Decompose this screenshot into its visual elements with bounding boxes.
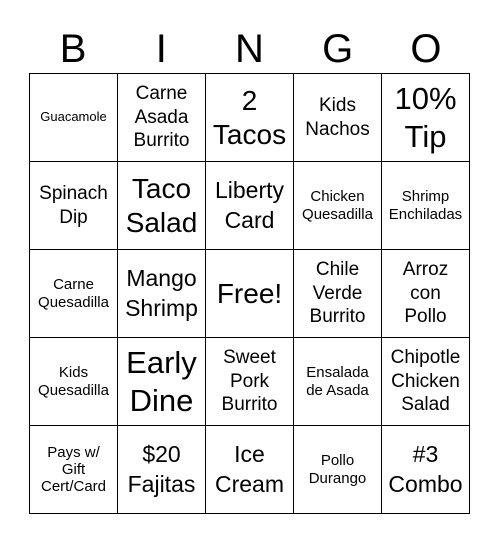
header-letter-b: B [59,27,87,71]
bingo-board: Guacamole Carne Asada Burrito 2 Tacos Ki… [29,73,470,514]
bingo-cell[interactable]: Early Dine [118,338,206,426]
bingo-cell[interactable]: Spinach Dip [30,162,118,250]
bingo-cell[interactable]: Mango Shrimp [118,250,206,338]
header-letter-n: N [235,27,264,71]
bingo-cell[interactable]: #3 Combo [382,426,470,514]
bingo-cell[interactable]: Pollo Durango [294,426,382,514]
bingo-cell[interactable]: Taco Salad [118,162,206,250]
free-space-cell[interactable]: Free! [206,250,294,338]
bingo-cell[interactable]: Carne Asada Burrito [118,74,206,162]
bingo-cell[interactable]: Chicken Quesadilla [294,162,382,250]
header-letter-i: I [155,27,167,71]
bingo-cell[interactable]: 2 Tacos [206,74,294,162]
bingo-cell[interactable]: $20 Fajitas [118,426,206,514]
bingo-cell[interactable]: Shrimp Enchiladas [382,162,470,250]
bingo-cell[interactable]: Kids Quesadilla [30,338,118,426]
bingo-cell[interactable]: 10% Tip [382,74,470,162]
header-letter-g: G [322,27,354,71]
bingo-cell[interactable]: Carne Quesadilla [30,250,118,338]
header-letter-o: O [410,27,442,71]
bingo-cell[interactable]: Guacamole [30,74,118,162]
bingo-header: B I N G O [29,26,470,72]
bingo-cell[interactable]: Pays w/ Gift Cert/Card [30,426,118,514]
bingo-cell[interactable]: Ice Cream [206,426,294,514]
bingo-cell[interactable]: Kids Nachos [294,74,382,162]
bingo-cell[interactable]: Ensalada de Asada [294,338,382,426]
bingo-cell[interactable]: Sweet Pork Burrito [206,338,294,426]
bingo-cell[interactable]: Chile Verde Burrito [294,250,382,338]
bingo-cell[interactable]: Chipotle Chicken Salad [382,338,470,426]
bingo-cell[interactable]: Arroz con Pollo [382,250,470,338]
bingo-cell[interactable]: Liberty Card [206,162,294,250]
